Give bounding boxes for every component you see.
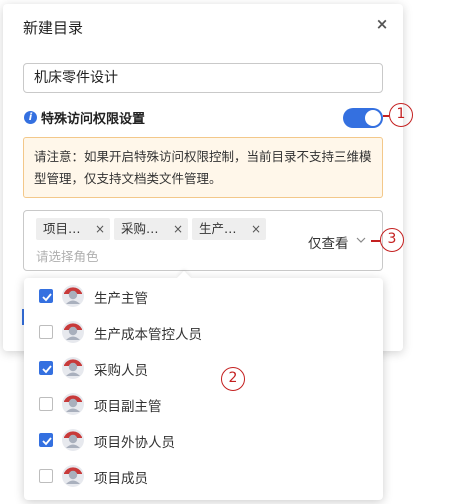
role-select[interactable]: 项目… × 采购… × 生产… × 请选择角色 仅查看 [23,210,383,271]
callout-3: 3 [380,228,404,252]
role-tag: 生产… × [192,218,266,240]
close-icon[interactable]: × [375,15,389,33]
user-avatar-icon [62,321,84,343]
user-avatar-icon [62,465,84,487]
role-select-placeholder: 请选择角色 [36,249,99,264]
notice-text: 请注意：如果开启特殊访问权限控制，当前目录不支持三维模型管理，仅支持文档类文件管… [34,149,372,186]
role-option-label: 项目外协人员 [94,435,175,451]
role-option[interactable]: 项目成员 [24,459,383,493]
remove-tag-icon[interactable]: × [95,218,105,240]
permission-label: 特殊访问权限设置 [41,112,146,127]
checkbox[interactable] [39,361,53,375]
user-avatar-icon [62,393,84,415]
toggle-knob [365,110,381,126]
role-option-label: 项目副主管 [94,399,162,415]
role-tag-label: 采购… [121,221,159,236]
remove-tag-icon[interactable]: × [251,218,261,240]
role-option-label: 生产主管 [94,291,148,307]
checkbox[interactable] [39,289,53,303]
user-avatar-icon [62,357,84,379]
notice-box: 请注意：如果开启特殊访问权限控制，当前目录不支持三维模型管理，仅支持文档类文件管… [23,137,383,198]
checkbox[interactable] [39,469,53,483]
user-avatar-icon [62,285,84,307]
callout-line [371,240,380,242]
role-dropdown: 生产主管生产成本管控人员 采购人员项目副主管项目外协人员 项目成员 [24,270,383,500]
remove-tag-icon[interactable]: × [173,218,183,240]
info-icon: i [24,111,37,124]
role-option-label: 生产成本管控人员 [94,327,202,343]
role-tag: 项目… × [36,218,110,240]
checkbox[interactable] [39,433,53,447]
check-icon [42,365,52,374]
role-option[interactable]: 项目外协人员 [24,423,383,457]
view-mode-select[interactable]: 仅查看 [308,232,349,252]
role-option[interactable]: 生产主管 [24,279,383,313]
directory-name-input[interactable]: 机床零件设计 [23,63,383,93]
checkbox[interactable] [39,397,53,411]
role-option-label: 项目成员 [94,471,148,487]
checkbox[interactable] [39,325,53,339]
dialog-title: 新建目录 [23,19,84,37]
check-icon [42,293,52,302]
user-avatar-icon [62,429,84,451]
check-icon [42,437,52,446]
role-tag-label: 生产… [199,221,237,236]
callout-1: 1 [389,103,413,127]
role-tag-label: 项目… [43,221,81,236]
role-tag: 采购… × [114,218,188,240]
role-option[interactable]: 采购人员 [24,351,383,385]
chevron-down-icon[interactable] [356,235,366,245]
permission-toggle[interactable] [343,108,383,128]
role-option[interactable]: 生产成本管控人员 [24,315,383,349]
callout-2: 2 [221,367,245,391]
role-option-label: 采购人员 [94,363,148,379]
role-option[interactable]: 项目副主管 [24,387,383,421]
